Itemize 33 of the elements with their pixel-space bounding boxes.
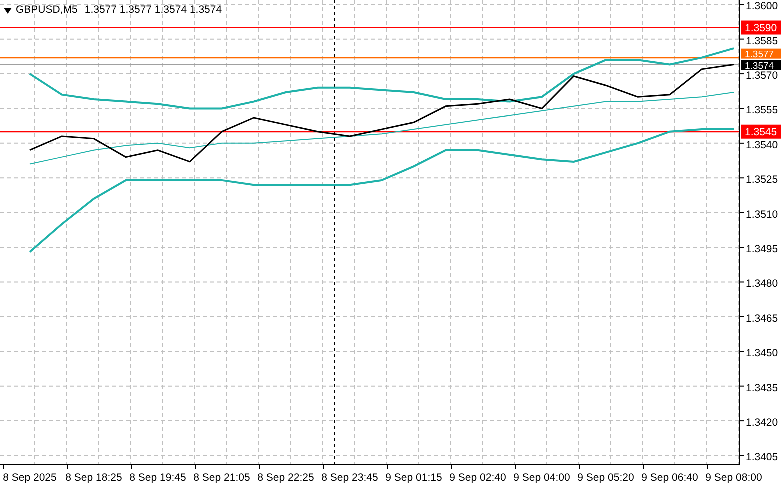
axis-label: 9 Sep 06:40	[642, 472, 698, 484]
axis-label: 9 Sep 01:15	[386, 472, 442, 484]
axis-label: 8 Sep 21:05	[194, 472, 250, 484]
axis-label: 9 Sep 04:00	[514, 472, 570, 484]
axis-label: 1.3585	[746, 35, 778, 48]
axis-label: 8 Sep 19:45	[130, 472, 186, 484]
symbol-label: GBPUSD,M5	[16, 3, 78, 18]
axis-label: 1.3420	[746, 417, 778, 430]
axis-label: 1.3600	[746, 0, 778, 13]
axis-label: 9 Sep 02:40	[450, 472, 506, 484]
price-tag-label: 1.3577	[745, 49, 774, 60]
axis-label: 1.3450	[746, 348, 778, 360]
quote-values: 1.3577 1.3577 1.3574 1.3574	[84, 3, 222, 18]
axis-label: 1.3510	[746, 208, 778, 221]
axis-label: 8 Sep 2025	[3, 472, 57, 484]
axis-label: 8 Sep 23:45	[322, 472, 378, 484]
axis-label: 9 Sep 08:00	[706, 472, 762, 484]
axis-label: 8 Sep 18:25	[66, 472, 122, 484]
axis-label: 9 Sep 05:20	[578, 472, 634, 484]
axis-label: 1.3435	[746, 382, 778, 394]
price-tag-label: 1.3574	[745, 60, 774, 72]
axis-label: 8 Sep 22:25	[258, 472, 314, 484]
axis-label: 1.3405	[746, 452, 778, 464]
price-tag-label: 1.3590	[745, 22, 778, 34]
axis-label: 1.3465	[746, 312, 778, 325]
axis-label: 1.3525	[746, 174, 778, 186]
axis-label: 1.3555	[746, 104, 778, 117]
axis-label: 1.3480	[746, 278, 778, 290]
price-tag-label: 1.3545	[745, 126, 778, 138]
axis-label: 1.3540	[746, 139, 778, 152]
axis-label: 1.3495	[746, 244, 778, 256]
caret-icon[interactable]	[4, 8, 12, 14]
axis-label: 1.3570	[746, 70, 778, 82]
